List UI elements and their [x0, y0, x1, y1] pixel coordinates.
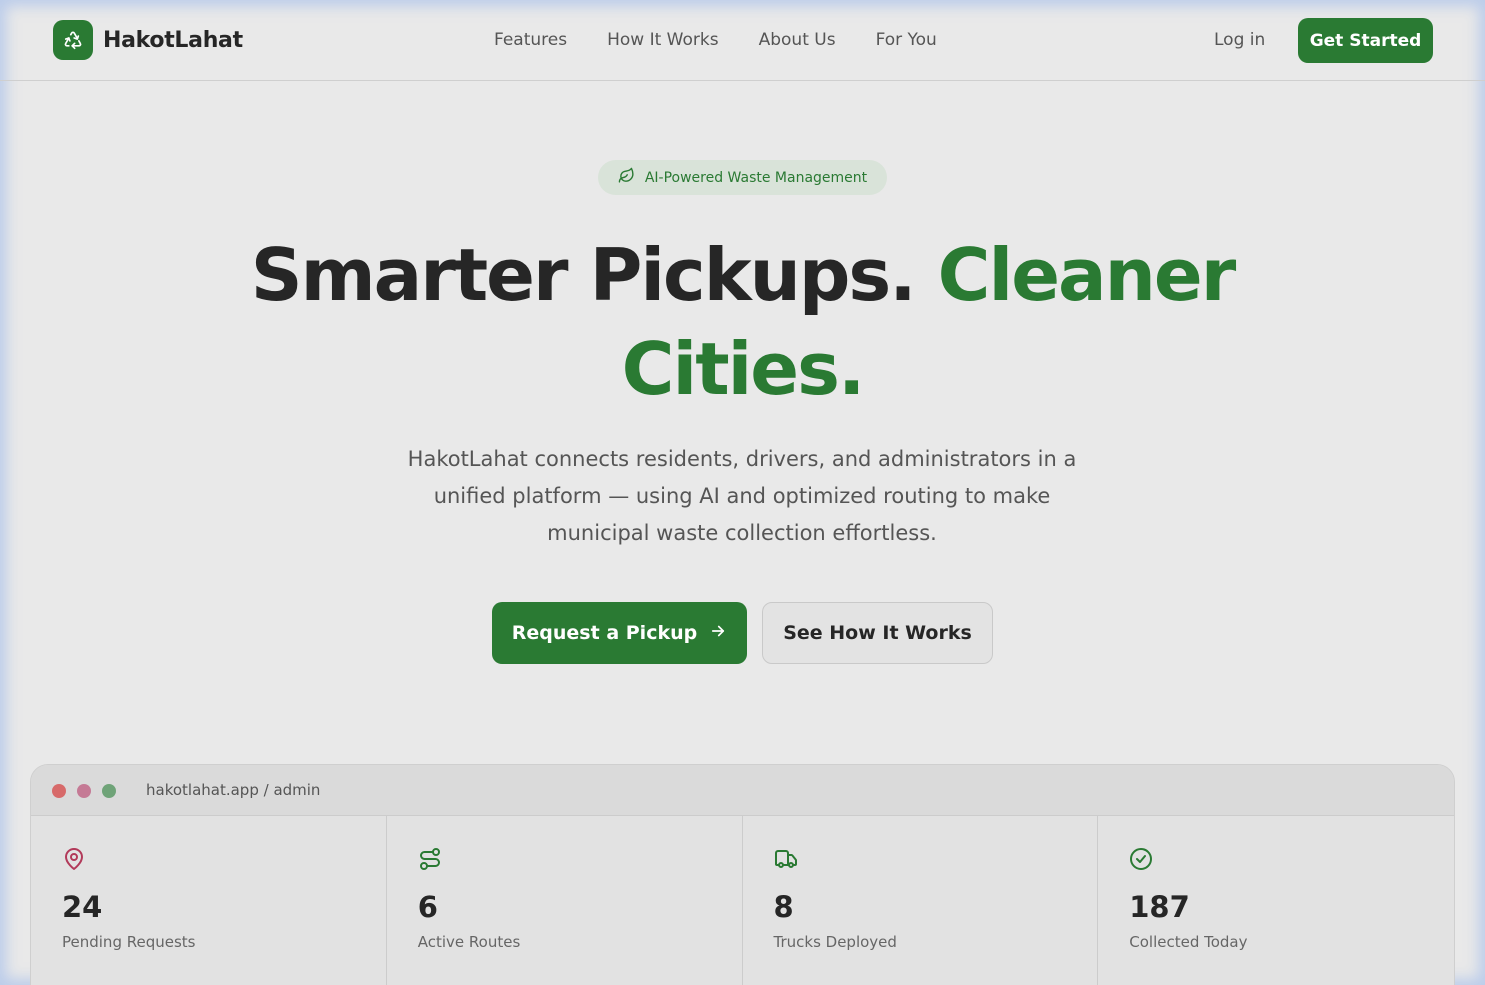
stat-card-trucks: 8 Trucks Deployed — [743, 816, 1099, 985]
login-link[interactable]: Log in — [1214, 28, 1265, 52]
main-nav: Features How It Works About Us For You — [494, 28, 977, 52]
stat-card-routes: 6 Active Routes — [387, 816, 743, 985]
recycle-icon — [53, 20, 93, 60]
nav-about-us[interactable]: About Us — [759, 28, 836, 52]
request-pickup-button[interactable]: Request a Pickup — [492, 602, 747, 664]
stat-label: Collected Today — [1129, 933, 1248, 951]
stat-value: 24 — [62, 890, 103, 924]
map-pin-icon — [62, 847, 86, 875]
leaf-icon — [618, 167, 635, 188]
brand-name: HakotLahat — [103, 27, 243, 53]
stat-card-pending: 24 Pending Requests — [31, 816, 387, 985]
hero-description: HakotLahat connects residents, drivers, … — [407, 447, 1077, 545]
request-pickup-label: Request a Pickup — [511, 622, 698, 644]
truck-icon — [774, 847, 798, 875]
stats-row: 24 Pending Requests 6 Active Routes 8 Tr… — [31, 816, 1454, 985]
nav-how-it-works[interactable]: How It Works — [607, 28, 718, 52]
hero-headline: Smarter Pickups. Cleaner Cities. — [0, 228, 1485, 416]
stat-label: Active Routes — [417, 933, 521, 951]
stat-card-collected: 187 Collected Today — [1098, 816, 1454, 985]
admin-preview-window: hakotlahat.app / admin 24 Pending Reques… — [30, 764, 1455, 985]
stat-value: 6 — [417, 890, 438, 924]
arrow-right-icon — [709, 622, 727, 645]
window-minimize-dot — [77, 784, 91, 798]
see-how-it-works-button[interactable]: See How It Works — [762, 602, 993, 664]
route-icon — [418, 847, 442, 875]
headline-dark: Smarter Pickups. — [250, 233, 917, 317]
nav-for-you[interactable]: For You — [876, 28, 937, 52]
check-circle-icon — [1129, 847, 1153, 875]
stat-label: Trucks Deployed — [773, 933, 897, 951]
headline-accent-2: Cities. — [621, 327, 866, 411]
headline-accent-1: Cleaner — [937, 233, 1237, 317]
badge-label: AI-Powered Waste Management — [644, 169, 868, 186]
brand-logo[interactable]: HakotLahat — [53, 20, 243, 60]
top-navbar: HakotLahat Features How It Works About U… — [0, 0, 1485, 81]
stat-value: 8 — [773, 890, 794, 924]
stat-value: 187 — [1129, 890, 1190, 924]
window-titlebar: hakotlahat.app / admin — [31, 765, 1454, 816]
window-url: hakotlahat.app / admin — [146, 781, 321, 799]
feature-badge: AI-Powered Waste Management — [598, 160, 887, 195]
nav-features[interactable]: Features — [494, 28, 567, 52]
window-close-dot — [52, 784, 66, 798]
page: HakotLahat Features How It Works About U… — [0, 0, 1485, 985]
stat-label: Pending Requests — [62, 933, 196, 951]
window-maximize-dot — [102, 784, 116, 798]
get-started-button[interactable]: Get Started — [1298, 18, 1433, 63]
